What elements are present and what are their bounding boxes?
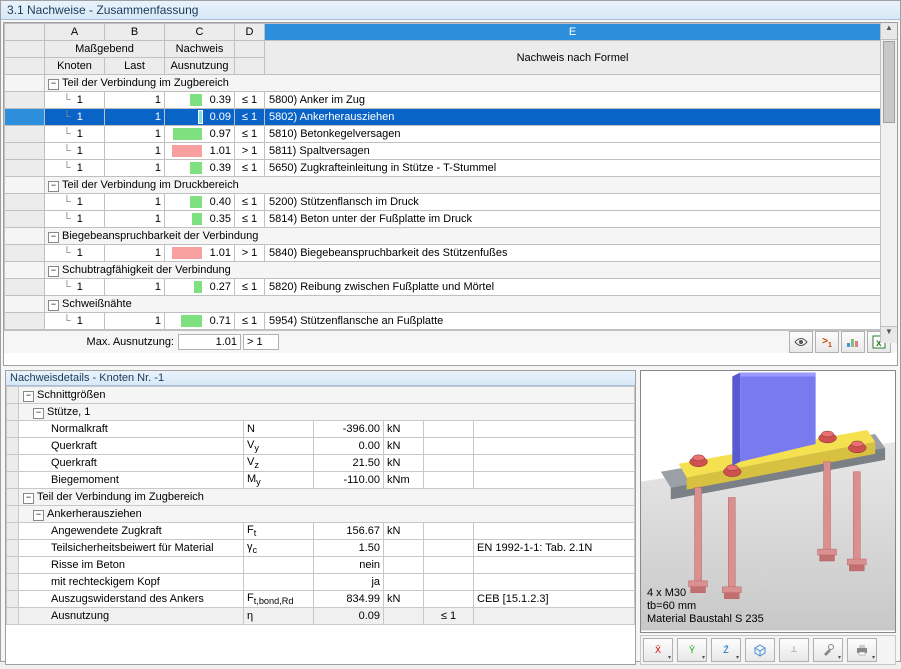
detail-row[interactable]: Ausnutzungη0.09≤ 1: [7, 608, 635, 625]
detail-row[interactable]: −Ankerherausziehen: [7, 506, 635, 523]
max-usage-label: Max. Ausnutzung:: [64, 336, 178, 348]
viewer-pane: 4 x M30 tb=60 mm Material Baustahl S 235…: [640, 370, 896, 665]
detail-row[interactable]: Auszugswiderstand des AnkersFt,bond,Rd83…: [7, 591, 635, 608]
dimension-button[interactable]: ⟂: [779, 638, 809, 662]
print-button[interactable]: ▾: [847, 638, 877, 662]
results-table[interactable]: A B C D E Maßgebend Nachweis Nachweis na…: [4, 23, 881, 330]
detail-row[interactable]: Teilsicherheitsbeiwert für Materialγc1.5…: [7, 540, 635, 557]
table-row[interactable]: └110.27≤ 15820) Reibung zwischen Fußplat…: [5, 279, 881, 296]
scroll-down-icon[interactable]: ▼: [881, 326, 897, 343]
collapse-icon[interactable]: −: [48, 300, 59, 311]
table-row[interactable]: └110.40≤ 15200) Stützenflansch im Druck: [5, 194, 881, 211]
collapse-icon[interactable]: −: [48, 181, 59, 192]
col-b[interactable]: B: [105, 24, 165, 41]
detail-row[interactable]: QuerkraftVz21.50kN: [7, 455, 635, 472]
collapse-icon[interactable]: −: [33, 408, 44, 419]
details-pane: Nachweisdetails - Knoten Nr. -1 −Schnitt…: [5, 370, 636, 665]
details-title: Nachweisdetails - Knoten Nr. -1: [6, 371, 635, 386]
collapse-icon[interactable]: −: [23, 493, 34, 504]
col-c[interactable]: C: [165, 24, 235, 41]
main-window: 3.1 Nachweise - Zusammenfassung A B C D …: [0, 0, 901, 662]
detail-row[interactable]: QuerkraftVy0.00kN: [7, 438, 635, 455]
scroll-up-icon[interactable]: ▲: [881, 23, 897, 40]
detail-row[interactable]: BiegemomentMy-110.00kNm: [7, 472, 635, 489]
table-row[interactable]: └111.01> 15840) Biegebeanspruchbarkeit d…: [5, 245, 881, 262]
detail-row[interactable]: Risse im Betonnein: [7, 557, 635, 574]
group-header[interactable]: −Schweißnähte: [45, 296, 881, 313]
corner-cell: [5, 24, 45, 41]
details-table[interactable]: −Schnittgrößen−Stütze, 1NormalkraftN-396…: [6, 386, 635, 625]
goto-icon[interactable]: >1: [815, 331, 839, 353]
table-row[interactable]: └110.35≤ 15814) Beton unter der Fußplatt…: [5, 211, 881, 228]
group-header[interactable]: −Biegebeanspruchbarkeit der Verbindung: [45, 228, 881, 245]
col-e[interactable]: E: [265, 24, 881, 41]
iso-view-button[interactable]: [745, 638, 775, 662]
detail-row[interactable]: −Teil der Verbindung im Zugbereich: [7, 489, 635, 506]
table-row[interactable]: └110.97≤ 15810) Betonkegelversagen: [5, 126, 881, 143]
group-header[interactable]: −Schubtragfähigkeit der Verbindung: [45, 262, 881, 279]
table-row[interactable]: └110.09≤ 15802) Ankerherausziehen: [5, 109, 881, 126]
axis-z-button[interactable]: Z̄▾: [711, 638, 741, 662]
collapse-icon[interactable]: −: [48, 266, 59, 277]
detail-row[interactable]: −Stütze, 1: [7, 404, 635, 421]
vertical-scrollbar[interactable]: ▲ ▼: [880, 23, 897, 343]
collapse-icon[interactable]: −: [33, 510, 44, 521]
col-a[interactable]: A: [45, 24, 105, 41]
summary-footer: Max. Ausnutzung: 1.01 > 1 >1 x: [4, 330, 897, 353]
table-row[interactable]: └110.71≤ 15954) Stützenflansche an Fußpl…: [5, 313, 881, 330]
detail-row[interactable]: NormalkraftN-396.00kN: [7, 421, 635, 438]
collapse-icon[interactable]: −: [23, 391, 34, 402]
window-title: 3.1 Nachweise - Zusammenfassung: [1, 1, 900, 20]
table-row[interactable]: └110.39≤ 15650) Zugkrafteinleitung in St…: [5, 160, 881, 177]
table-row[interactable]: └111.01> 15811) Spaltversagen: [5, 143, 881, 160]
collapse-icon[interactable]: −: [48, 79, 59, 90]
detail-row[interactable]: mit rechteckigem Kopfja: [7, 574, 635, 591]
tools-button[interactable]: ▾: [813, 638, 843, 662]
viewer-info: 4 x M30 tb=60 mm Material Baustahl S 235: [647, 587, 764, 626]
3d-view[interactable]: 4 x M30 tb=60 mm Material Baustahl S 235: [640, 370, 896, 633]
collapse-icon[interactable]: −: [48, 232, 59, 243]
axis-x-button[interactable]: X̄▾: [643, 638, 673, 662]
viewer-toolbar: X̄▾ Ȳ▾ Z̄▾ ⟂ ▾ ▾: [640, 635, 896, 665]
results-table-pane: A B C D E Maßgebend Nachweis Nachweis na…: [3, 22, 898, 366]
group-header[interactable]: −Teil der Verbindung im Druckbereich: [45, 177, 881, 194]
col-d[interactable]: D: [235, 24, 265, 41]
max-usage-value: 1.01: [178, 334, 241, 350]
detail-row[interactable]: Angewendete ZugkraftFt156.67kN: [7, 523, 635, 540]
max-usage-compare: > 1: [243, 334, 279, 350]
chart-icon[interactable]: [841, 331, 865, 353]
axis-y-button[interactable]: Ȳ▾: [677, 638, 707, 662]
detail-row[interactable]: −Schnittgrößen: [7, 387, 635, 404]
eye-icon[interactable]: [789, 331, 813, 353]
scroll-thumb[interactable]: [883, 41, 895, 123]
group-header[interactable]: −Teil der Verbindung im Zugbereich: [45, 75, 881, 92]
table-row[interactable]: └110.39≤ 15800) Anker im Zug: [5, 92, 881, 109]
